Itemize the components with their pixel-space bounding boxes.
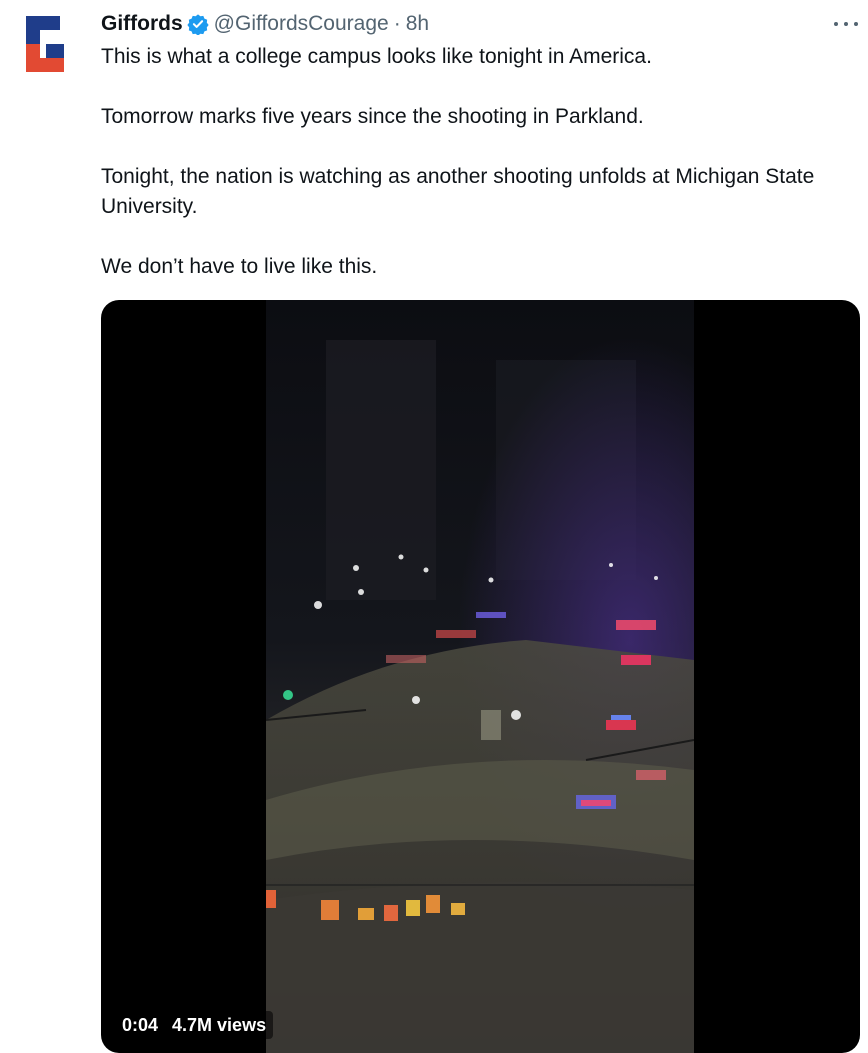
giffords-logo-icon xyxy=(26,16,64,72)
timestamp[interactable]: 8h xyxy=(406,12,429,36)
video-player[interactable]: 0:04 4.7M views xyxy=(101,300,860,1053)
tweet-header: Giffords @GiffordsCourage · 8h xyxy=(101,10,429,38)
author-handle[interactable]: @GiffordsCourage xyxy=(214,12,389,36)
author-name[interactable]: Giffords xyxy=(101,12,183,36)
separator-dot: · xyxy=(393,12,401,35)
tweet-paragraph: This is what a college campus looks like… xyxy=(101,45,652,68)
tweet-paragraph: Tonight, the nation is watching as anoth… xyxy=(101,165,815,218)
video-info-overlay: 0:04 4.7M views xyxy=(115,1011,274,1039)
video-views: 4.7M views xyxy=(172,1014,267,1035)
tweet-text: This is what a college campus looks like… xyxy=(101,42,851,282)
night-campus-scene xyxy=(266,300,694,1053)
tweet-paragraph: We don’t have to live like this. xyxy=(101,255,378,278)
avatar[interactable] xyxy=(20,10,72,74)
video-duration: 0:04 xyxy=(122,1014,159,1035)
tweet-paragraph: Tomorrow marks five years since the shoo… xyxy=(101,105,644,128)
more-options-icon[interactable] xyxy=(830,14,862,34)
verified-badge-icon xyxy=(187,13,209,36)
video-frame[interactable] xyxy=(266,300,694,1053)
